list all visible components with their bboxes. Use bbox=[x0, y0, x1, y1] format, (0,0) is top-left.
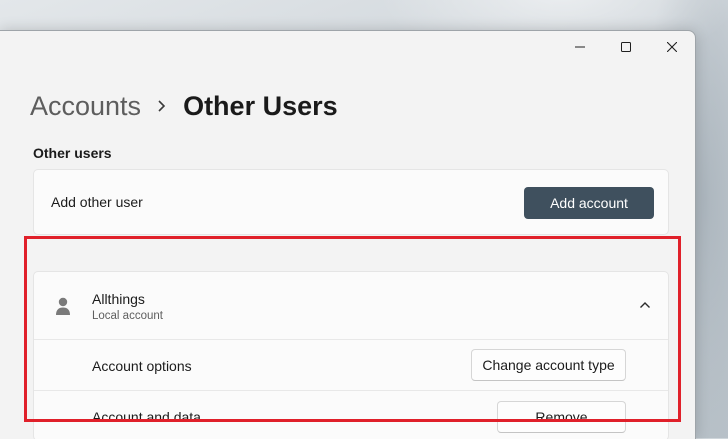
minimize-button[interactable] bbox=[557, 31, 603, 63]
window-caption-buttons bbox=[557, 31, 695, 63]
maximize-button[interactable] bbox=[603, 31, 649, 63]
close-button[interactable] bbox=[649, 31, 695, 63]
page-title: Other Users bbox=[183, 91, 338, 121]
add-user-label: Add other user bbox=[51, 194, 143, 210]
close-icon bbox=[667, 42, 677, 52]
breadcrumb-parent-link[interactable]: Accounts bbox=[30, 89, 141, 123]
add-user-card: Add other user Add account bbox=[33, 169, 669, 235]
minimize-icon bbox=[575, 46, 585, 48]
chevron-right-icon bbox=[157, 99, 167, 113]
breadcrumb: Accounts Other Users bbox=[30, 89, 338, 123]
add-account-button[interactable]: Add account bbox=[524, 187, 654, 219]
highlight-box bbox=[24, 236, 681, 422]
maximize-icon bbox=[621, 42, 631, 52]
section-title: Other users bbox=[33, 145, 112, 161]
